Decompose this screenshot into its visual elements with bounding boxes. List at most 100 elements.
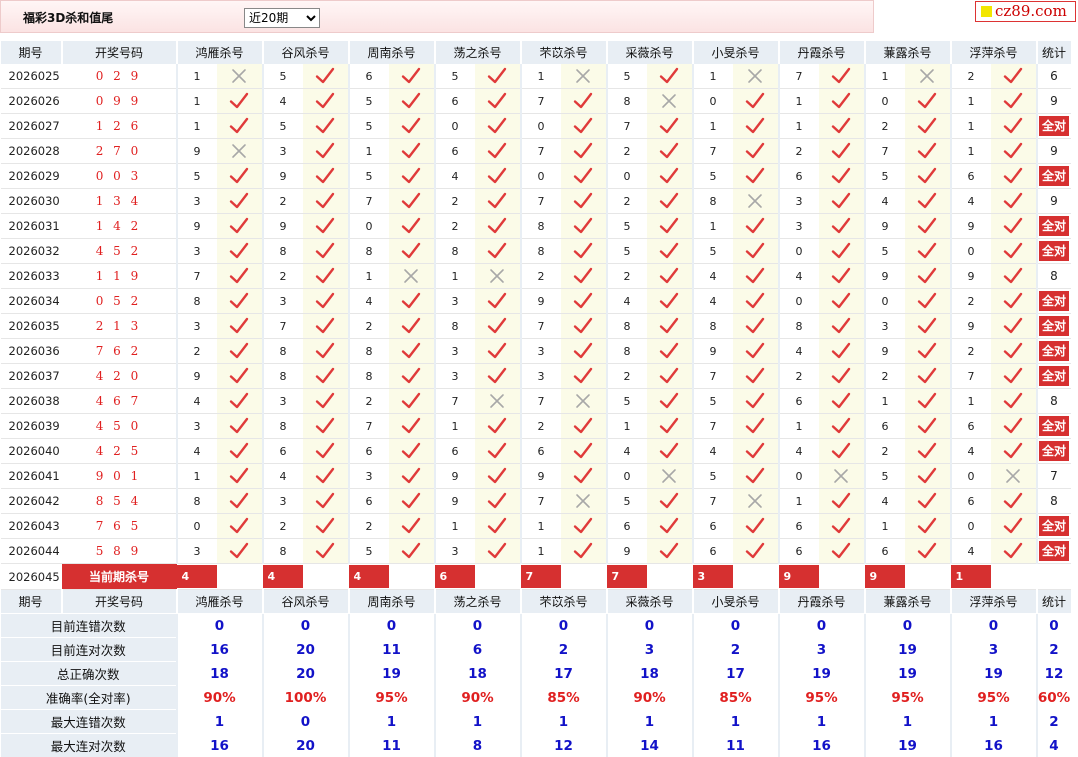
result-mark-cell bbox=[991, 239, 1037, 264]
current-kill-cell: 7 bbox=[607, 564, 693, 590]
check-icon bbox=[573, 517, 593, 535]
kill-number-cell: 1 bbox=[435, 514, 475, 539]
current-kill-cell: 4 bbox=[177, 564, 263, 590]
check-icon bbox=[659, 142, 679, 160]
check-icon bbox=[745, 217, 765, 235]
site-logo[interactable]: cz89.com bbox=[975, 1, 1076, 22]
check-icon bbox=[315, 167, 335, 185]
kill-number-cell: 7 bbox=[951, 364, 991, 389]
kill-number-cell: 2 bbox=[607, 139, 647, 164]
check-icon bbox=[573, 92, 593, 110]
result-mark-cell bbox=[991, 539, 1037, 564]
result-mark-cell bbox=[475, 264, 521, 289]
result-mark-cell bbox=[647, 414, 693, 439]
result-mark-cell bbox=[217, 239, 263, 264]
kill-number-cell: 4 bbox=[779, 439, 819, 464]
check-icon bbox=[831, 342, 851, 360]
stat-cell: 9 bbox=[1037, 139, 1071, 164]
result-mark-cell bbox=[303, 139, 349, 164]
kill-number-cell: 8 bbox=[263, 339, 303, 364]
check-icon bbox=[315, 392, 335, 410]
kill-table: 期号开奖号码鸿雁杀号谷风杀号周南杀号荡之杀号芣苡杀号采薇杀号小旻杀号丹霞杀号蒹露… bbox=[0, 41, 1071, 757]
check-icon bbox=[659, 492, 679, 510]
summary-value: 0 bbox=[1037, 614, 1071, 638]
check-icon bbox=[487, 217, 507, 235]
summary-value: 2 bbox=[693, 638, 779, 662]
result-mark-cell bbox=[733, 114, 779, 139]
summary-label: 目前连对次数 bbox=[1, 638, 177, 662]
summary-value: 8 bbox=[435, 734, 521, 757]
draw-number-cell: 1 3 4 bbox=[62, 189, 177, 214]
check-icon bbox=[229, 417, 249, 435]
check-icon bbox=[745, 417, 765, 435]
summary-value: 0 bbox=[951, 614, 1037, 638]
kill-number-cell: 5 bbox=[693, 164, 733, 189]
current-kill-badge: 1 bbox=[951, 565, 991, 588]
check-icon bbox=[401, 542, 421, 560]
summary-value: 19 bbox=[865, 662, 951, 686]
kill-number-cell: 8 bbox=[349, 339, 389, 364]
kill-number-cell: 2 bbox=[435, 189, 475, 214]
summary-label: 最大连错次数 bbox=[1, 710, 177, 734]
result-mark-cell bbox=[389, 314, 435, 339]
all-correct-badge: 全对 bbox=[1039, 416, 1069, 436]
table-row: 20260250 2 915651517126 bbox=[1, 64, 1071, 89]
result-mark-cell bbox=[389, 164, 435, 189]
result-mark-cell bbox=[905, 214, 951, 239]
summary-row: 准确率(全对率)90%100%95%90%85%90%85%95%95%95%6… bbox=[1, 686, 1071, 710]
result-mark-cell bbox=[561, 189, 607, 214]
check-icon bbox=[229, 242, 249, 260]
stat-cell: 8 bbox=[1037, 264, 1071, 289]
summary-value: 11 bbox=[693, 734, 779, 757]
kill-number-cell: 6 bbox=[779, 514, 819, 539]
summary-value: 2 bbox=[1037, 710, 1071, 734]
check-icon bbox=[229, 442, 249, 460]
kill-number-cell: 8 bbox=[177, 289, 217, 314]
check-icon bbox=[229, 167, 249, 185]
result-mark-cell bbox=[733, 164, 779, 189]
range-select[interactable]: 近20期 bbox=[244, 8, 320, 28]
kill-number-cell: 2 bbox=[521, 264, 561, 289]
result-mark-cell bbox=[647, 239, 693, 264]
check-icon bbox=[401, 117, 421, 135]
result-mark-cell bbox=[475, 139, 521, 164]
kill-number-cell: 8 bbox=[607, 339, 647, 364]
expert-header: 荡之杀号 bbox=[435, 41, 521, 64]
current-issue-cell: 2026045 bbox=[1, 564, 62, 590]
kill-number-cell: 2 bbox=[263, 189, 303, 214]
check-icon bbox=[487, 317, 507, 335]
summary-row: 总正确次数1820191817181719191912 bbox=[1, 662, 1071, 686]
summary-value: 85% bbox=[521, 686, 607, 710]
result-mark-cell bbox=[217, 289, 263, 314]
check-icon bbox=[1003, 142, 1023, 160]
stat-cell: 全对 bbox=[1037, 239, 1071, 264]
check-icon bbox=[315, 242, 335, 260]
summary-value: 11 bbox=[349, 734, 435, 757]
kill-number-cell: 1 bbox=[521, 64, 561, 89]
draw-number-cell: 0 9 9 bbox=[62, 89, 177, 114]
check-icon bbox=[229, 517, 249, 535]
kill-number-cell: 2 bbox=[865, 439, 905, 464]
kill-number-cell: 1 bbox=[865, 64, 905, 89]
kill-number-cell: 4 bbox=[177, 439, 217, 464]
result-mark-cell bbox=[819, 189, 865, 214]
summary-value: 95% bbox=[349, 686, 435, 710]
check-icon bbox=[745, 542, 765, 560]
result-mark-cell bbox=[217, 64, 263, 89]
result-mark-cell bbox=[905, 364, 951, 389]
result-mark-cell bbox=[733, 139, 779, 164]
result-mark-cell bbox=[905, 489, 951, 514]
kill-number-cell: 3 bbox=[177, 189, 217, 214]
result-mark-cell bbox=[217, 414, 263, 439]
kill-number-cell: 4 bbox=[779, 339, 819, 364]
cross-icon bbox=[747, 68, 763, 84]
kill-number-cell: 0 bbox=[779, 464, 819, 489]
issue-cell: 2026033 bbox=[1, 264, 62, 289]
draw-number-cell: 2 7 0 bbox=[62, 139, 177, 164]
result-mark-cell bbox=[303, 114, 349, 139]
result-mark-cell bbox=[303, 539, 349, 564]
summary-value: 95% bbox=[951, 686, 1037, 710]
cross-icon bbox=[661, 93, 677, 109]
kill-number-cell: 7 bbox=[521, 139, 561, 164]
kill-number-cell: 6 bbox=[349, 439, 389, 464]
